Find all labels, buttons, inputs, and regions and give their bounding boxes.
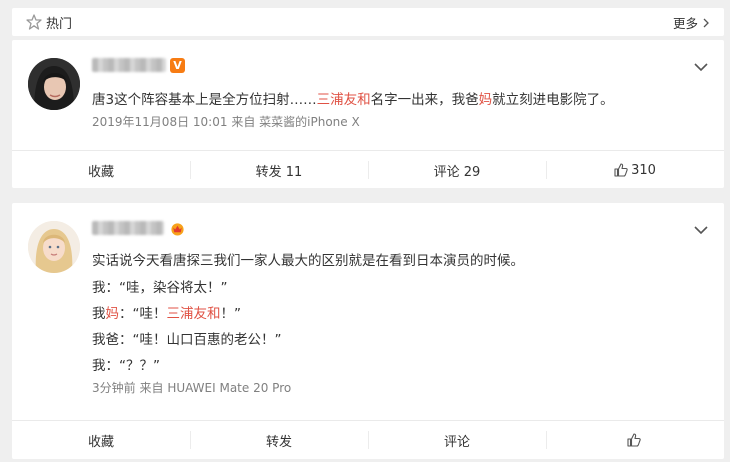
more-link[interactable]: 更多	[673, 13, 710, 32]
crown-badge-icon	[171, 223, 184, 236]
comment-button[interactable]: 评论	[368, 421, 546, 459]
chevron-down-icon[interactable]	[694, 225, 708, 235]
collect-button[interactable]: 收藏	[12, 421, 190, 459]
avatar-image	[28, 221, 80, 273]
highlight-word: 妈	[105, 306, 120, 322]
chevron-down-icon[interactable]	[694, 62, 708, 72]
post-text-line-3: 我妈：“哇！三浦友和！”	[92, 306, 241, 322]
post-time[interactable]: 3分钟前	[92, 381, 136, 395]
post-meta: 3分钟前 来自 HUAWEI Mate 20 Pro	[92, 379, 291, 396]
collect-button[interactable]: 收藏	[12, 151, 190, 189]
post-source[interactable]: 菜菜酱的iPhone X	[259, 115, 360, 129]
avatar-image	[28, 58, 80, 110]
username-blurred[interactable]	[92, 221, 164, 235]
avatar[interactable]	[28, 221, 80, 273]
repost-button[interactable]: 转发 11	[190, 151, 368, 189]
post-text-line-2: 我：“哇，染谷将太！”	[92, 280, 228, 296]
thumbs-up-icon	[614, 163, 628, 177]
repost-button[interactable]: 转发	[190, 421, 368, 459]
post-card-2: 实话说今天看唐探三我们一家人最大的区别就是在看到日本演员的时候。 我：“哇，染谷…	[12, 203, 724, 459]
more-label: 更多	[672, 16, 698, 31]
post-text-line-4: 我爸：“哇！山口百惠的老公！”	[92, 332, 282, 348]
post-card-1: V 唐3这个阵容基本上是全方位扫射……三浦友和名字一出来，我爸妈就立刻进电影院了…	[12, 40, 724, 188]
from-label: 来自	[231, 115, 256, 129]
post-text-line-1: 实话说今天看唐探三我们一家人最大的区别就是在看到日本演员的时候。	[92, 253, 524, 269]
hot-label: 热门	[46, 17, 73, 32]
like-button[interactable]	[546, 421, 724, 459]
post-meta: 2019年11月08日 10:01 来自 菜菜酱的iPhone X	[92, 113, 360, 130]
thumbs-up-icon	[626, 433, 641, 447]
highlight-word: 妈	[478, 92, 493, 108]
action-bar: 收藏 转发 11 评论 29 310	[12, 150, 724, 189]
username-blurred[interactable]	[92, 58, 166, 72]
post-source[interactable]: HUAWEI Mate 20 Pro	[167, 381, 291, 395]
avatar[interactable]	[28, 58, 80, 110]
from-label: 来自	[139, 381, 164, 395]
verified-badge-icon: V	[170, 58, 185, 73]
mention-link[interactable]: 三浦友和	[167, 306, 221, 322]
hot-topic-icon	[26, 14, 42, 30]
like-button[interactable]: 310	[546, 151, 724, 189]
mention-link[interactable]: 三浦友和	[317, 92, 371, 108]
post-time[interactable]: 2019年11月08日 10:01	[92, 115, 227, 129]
post-text: 唐3这个阵容基本上是全方位扫射……三浦友和名字一出来，我爸妈就立刻进电影院了。	[92, 92, 614, 108]
post-text-line-5: 我：“？？”	[92, 358, 160, 374]
chevron-right-icon	[703, 18, 709, 27]
action-bar: 收藏 转发 评论	[12, 420, 724, 459]
like-count: 310	[631, 162, 656, 178]
comment-button[interactable]: 评论 29	[368, 151, 546, 189]
hot-header: 热门 更多	[12, 8, 724, 36]
